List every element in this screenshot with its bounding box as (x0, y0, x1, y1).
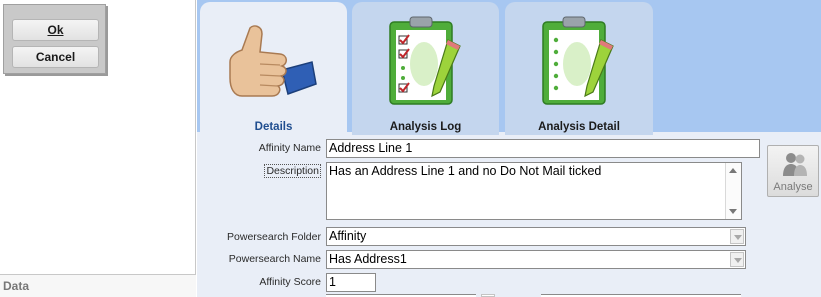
ok-button[interactable]: Ok (12, 19, 99, 41)
tab-details[interactable]: Details (200, 2, 347, 135)
analyse-button[interactable]: Analyse (767, 145, 819, 197)
chevron-down-icon[interactable] (730, 252, 744, 267)
main-panel: Details Analysis Log Analysis Detail Aff… (197, 0, 821, 297)
clipboard-pencil-icon (542, 16, 614, 105)
data-section-label: Data (3, 279, 30, 293)
affinity-name-label: Affinity Name (258, 142, 321, 154)
cancel-button[interactable]: Cancel (12, 46, 99, 68)
affinity-score-field[interactable]: 1 (326, 273, 376, 292)
powersearch-name-value: Has Address1 (329, 252, 407, 266)
tab-analysis-detail-label: Analysis Detail (538, 121, 620, 133)
powersearch-name-select[interactable]: Has Address1 (326, 250, 746, 269)
tab-details-label: Details (254, 121, 293, 133)
clipboard-checklist-icon (389, 16, 461, 105)
description-field[interactable]: Has an Address Line 1 and no Do Not Mail… (326, 162, 742, 220)
dialog-button-group: Ok Cancel (3, 4, 106, 74)
left-panel: Ok Cancel Data (0, 0, 196, 297)
powersearch-folder-label: Powersearch Folder (227, 231, 321, 243)
description-scrollbar[interactable] (725, 163, 741, 219)
tab-analysis-log-label: Analysis Log (389, 121, 462, 133)
tab-analysis-detail[interactable]: Analysis Detail (505, 2, 653, 135)
affinity-name-field[interactable]: Address Line 1 (326, 139, 760, 158)
description-text: Has an Address Line 1 and no Do Not Mail… (329, 164, 602, 178)
scroll-down-arrow-icon[interactable] (729, 209, 737, 214)
ok-button-label: Ok (47, 23, 64, 37)
description-label-text: Description (264, 164, 321, 178)
powersearch-name-label: Powersearch Name (228, 253, 321, 265)
people-icon (783, 153, 807, 176)
powersearch-folder-select[interactable]: Affinity (326, 227, 746, 246)
data-section-header[interactable]: Data (0, 274, 196, 297)
affinity-score-label: Affinity Score (259, 276, 321, 288)
tab-analysis-log[interactable]: Analysis Log (352, 2, 499, 135)
description-label: Description (201, 164, 321, 178)
chevron-down-icon[interactable] (730, 229, 744, 244)
analyse-button-label: Analyse (773, 181, 813, 193)
thumbs-up-icon (229, 25, 317, 97)
powersearch-folder-value: Affinity (329, 229, 367, 243)
scroll-up-arrow-icon[interactable] (729, 168, 737, 173)
